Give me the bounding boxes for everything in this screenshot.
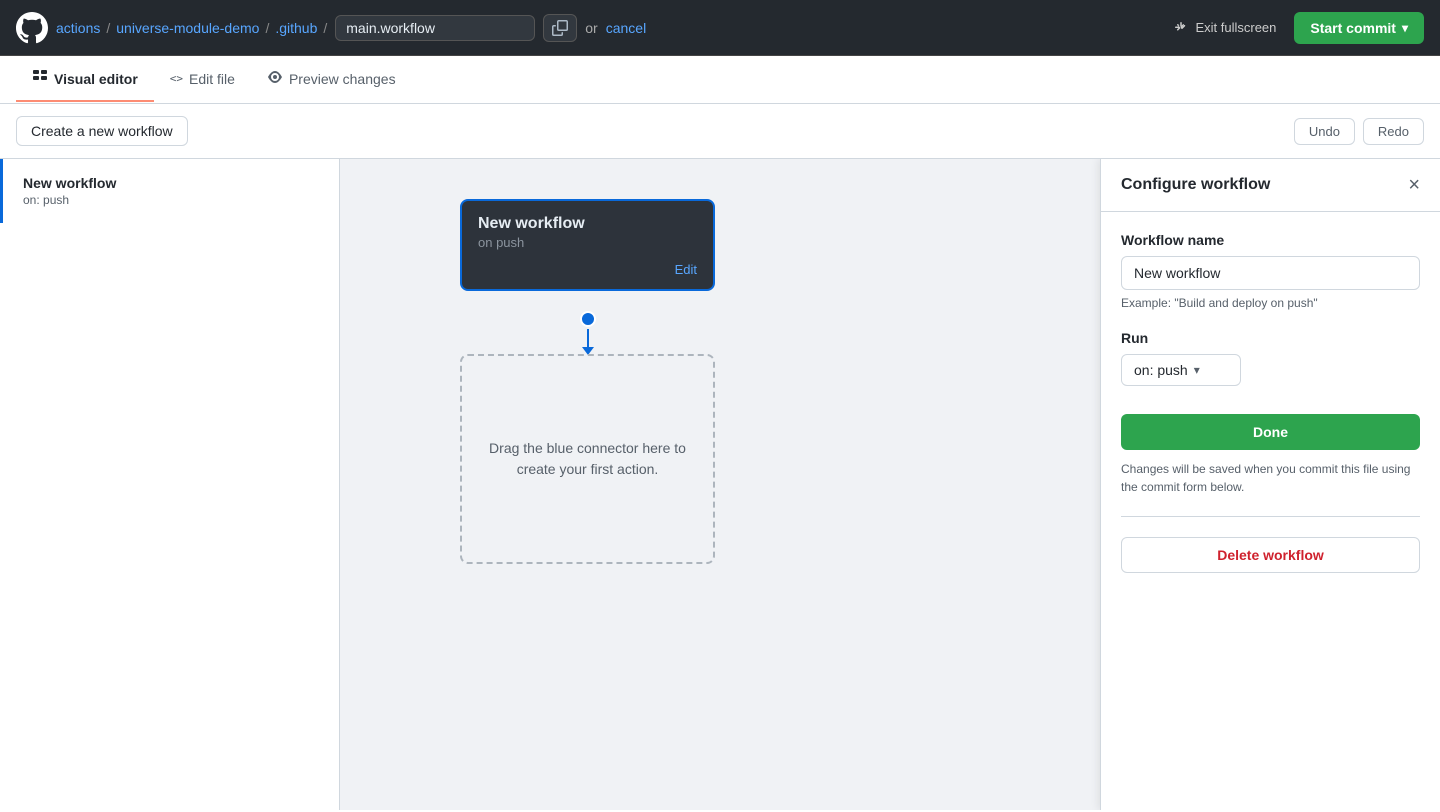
create-new-workflow-button[interactable]: Create a new workflow [16,116,188,146]
top-nav: actions / universe-module-demo / .github… [0,0,1440,56]
toolbar-right: Undo Redo [1294,118,1424,145]
filename-input[interactable] [335,15,535,41]
panel-body: Workflow name Example: "Build and deploy… [1101,212,1440,593]
panel-header: Configure workflow × [1101,159,1440,212]
toolbar: Create a new workflow Undo Redo [0,104,1440,159]
copy-icon [552,20,568,36]
cancel-link[interactable]: cancel [606,20,646,36]
start-commit-button[interactable]: Start commit ▾ [1294,12,1424,44]
tab-preview-changes-label: Preview changes [289,71,396,87]
drop-zone-text: Drag the blue connector here to create y… [462,418,713,500]
run-value-text: on: push [1134,362,1188,378]
sidebar-workflow-trigger: on: push [23,193,319,207]
workflow-name-group: Workflow name Example: "Build and deploy… [1121,232,1420,310]
nav-actions-link[interactable]: actions [56,20,100,36]
canvas-area: New workflow on push Edit Drag the blue … [340,159,1440,810]
exit-fullscreen-label: Exit fullscreen [1195,20,1276,35]
preview-changes-icon [267,69,283,88]
tab-edit-file[interactable]: <> Edit file [154,59,251,101]
panel-divider [1121,516,1420,517]
save-note: Changes will be saved when you commit th… [1121,460,1420,496]
start-commit-caret-icon: ▾ [1402,21,1408,35]
run-label: Run [1121,330,1420,346]
github-logo-icon [16,12,48,44]
breadcrumb-sep-3: / [323,20,327,36]
tab-bar: Visual editor <> Edit file Preview chang… [0,56,1440,104]
node-footer: Edit [462,256,713,289]
breadcrumb-sep-2: / [265,20,269,36]
tab-edit-file-label: Edit file [189,71,235,87]
done-button[interactable]: Done [1121,414,1420,450]
sidebar-workflow-item[interactable]: New workflow on: push [0,159,339,223]
main-content: New workflow on: push New workflow on pu… [0,159,1440,810]
panel-close-button[interactable]: × [1408,175,1420,195]
tab-visual-editor[interactable]: Visual editor [16,57,154,102]
nav-repo-link[interactable]: universe-module-demo [116,20,259,36]
run-select-caret-icon: ▾ [1194,363,1200,377]
or-text: or [585,20,597,36]
undo-button[interactable]: Undo [1294,118,1355,145]
workflow-node[interactable]: New workflow on push Edit [460,199,715,291]
node-title: New workflow [478,215,697,233]
workflow-name-input[interactable] [1121,256,1420,290]
run-group: Run on: push ▾ [1121,330,1420,386]
tab-preview-changes[interactable]: Preview changes [251,57,412,102]
workflow-name-label: Workflow name [1121,232,1420,248]
workflow-name-example: Example: "Build and deploy on push" [1121,296,1420,310]
configure-panel-title: Configure workflow [1121,176,1270,194]
breadcrumb: actions / universe-module-demo / .github… [56,20,327,36]
drop-zone[interactable]: Drag the blue connector here to create y… [460,354,715,564]
exit-fullscreen-button[interactable]: Exit fullscreen [1163,14,1286,42]
edit-file-icon: <> [170,72,183,85]
breadcrumb-sep-1: / [106,20,110,36]
delete-workflow-button[interactable]: Delete workflow [1121,537,1420,573]
connector-dot[interactable] [580,311,596,327]
tab-visual-editor-label: Visual editor [54,71,138,87]
sidebar: New workflow on: push [0,159,340,810]
configure-panel: Configure workflow × Workflow name Examp… [1100,159,1440,810]
connector-arrow [587,329,589,349]
run-select-dropdown[interactable]: on: push ▾ [1121,354,1241,386]
start-commit-label: Start commit [1310,20,1396,36]
visual-editor-icon [32,69,48,88]
redo-button[interactable]: Redo [1363,118,1424,145]
sidebar-workflow-name: New workflow [23,175,319,191]
node-header: New workflow on push [462,201,713,256]
copy-filename-button[interactable] [543,14,577,42]
exit-fullscreen-icon [1173,20,1189,36]
nav-github-link[interactable]: .github [275,20,317,36]
node-subtitle: on push [478,235,697,250]
node-edit-button[interactable]: Edit [675,262,697,277]
